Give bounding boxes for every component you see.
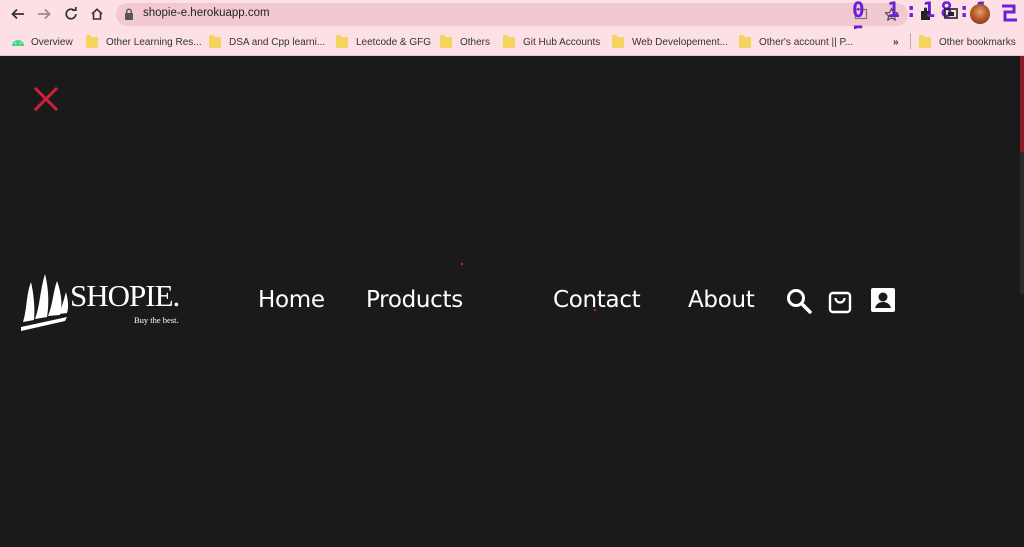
- forward-arrow-icon: [38, 8, 51, 20]
- forward-button[interactable]: [34, 4, 54, 24]
- scrollbar-thumb[interactable]: [1020, 56, 1024, 152]
- home-button[interactable]: [87, 4, 107, 24]
- more-bookmarks-button[interactable]: »: [893, 35, 899, 49]
- reload-button[interactable]: [61, 4, 81, 24]
- bookmark-label: DSA and Cpp learni...: [229, 36, 326, 48]
- bookmark-label: Other's account || P...: [759, 36, 854, 48]
- bookmarks-divider: [910, 33, 911, 49]
- bookmark-label: Overview: [31, 36, 73, 48]
- url-text: shopie-e.herokuapp.com: [143, 7, 270, 19]
- folder-icon: [919, 34, 931, 48]
- back-arrow-icon: [11, 8, 24, 20]
- folder-icon: [739, 34, 751, 48]
- bookmark-folder[interactable]: Other's account || P...: [739, 34, 854, 49]
- brand-name[interactable]: SHOPIE.: [70, 278, 180, 314]
- android-icon: [12, 40, 24, 46]
- folder-icon: [86, 34, 98, 48]
- bookmark-overview[interactable]: Overview: [11, 35, 73, 49]
- other-bookmarks[interactable]: Other bookmarks: [919, 34, 1016, 49]
- decorative-dot: [594, 309, 596, 311]
- bookmark-folder[interactable]: Git Hub Accounts: [503, 34, 601, 49]
- account-icon[interactable]: [870, 287, 896, 313]
- nav-contact[interactable]: Contact: [553, 287, 641, 313]
- nav-products[interactable]: Products: [366, 287, 463, 313]
- address-bar[interactable]: shopie-e.herokuapp.com: [116, 3, 908, 26]
- reload-icon: [65, 7, 77, 20]
- close-icon[interactable]: [33, 86, 59, 112]
- brand-tagline: Buy the best.: [134, 315, 179, 325]
- bookmark-folder[interactable]: Web Developement...: [612, 34, 728, 49]
- bookmark-folder[interactable]: Leetcode & GFG: [336, 34, 432, 49]
- nav-home[interactable]: Home: [258, 287, 325, 313]
- bookmark-label: Others: [460, 36, 491, 48]
- folder-icon: [503, 34, 515, 48]
- bookmark-label: Leetcode & GFG: [356, 36, 432, 48]
- bookmark-folder[interactable]: DSA and Cpp learni...: [209, 34, 326, 49]
- bookmark-label: Other Learning Res...: [106, 36, 202, 48]
- home-icon: [91, 8, 103, 20]
- bookmark-folder[interactable]: Other Learning Res...: [86, 34, 202, 49]
- bookmark-label: Web Developement...: [632, 36, 728, 48]
- folder-icon: [336, 34, 348, 48]
- bookmarks-bar: Overview Other Learning Res... DSA and C…: [0, 29, 1024, 56]
- profile-avatar[interactable]: [970, 4, 990, 24]
- bookmark-folder[interactable]: Others: [440, 34, 491, 49]
- back-button[interactable]: [8, 4, 28, 24]
- folder-icon: [440, 34, 452, 48]
- media-control-icon[interactable]: [944, 6, 958, 20]
- lock-icon: [125, 8, 133, 20]
- search-icon[interactable]: [785, 287, 813, 315]
- clock-fragment-icon: [1002, 4, 1017, 22]
- cart-icon[interactable]: [827, 287, 853, 315]
- extensions-icon[interactable]: [918, 6, 933, 21]
- bookmark-label: Git Hub Accounts: [523, 36, 601, 48]
- browser-toolbar: shopie-e.herokuapp.com 0 1:18:1 5: [0, 0, 1024, 46]
- folder-icon: [209, 34, 221, 48]
- decorative-dot: [461, 263, 463, 265]
- nav-about[interactable]: About: [688, 287, 755, 313]
- folder-icon: [612, 34, 624, 48]
- scrollbar-track-lower: [1020, 152, 1024, 294]
- bookmark-label: Other bookmarks: [939, 36, 1016, 48]
